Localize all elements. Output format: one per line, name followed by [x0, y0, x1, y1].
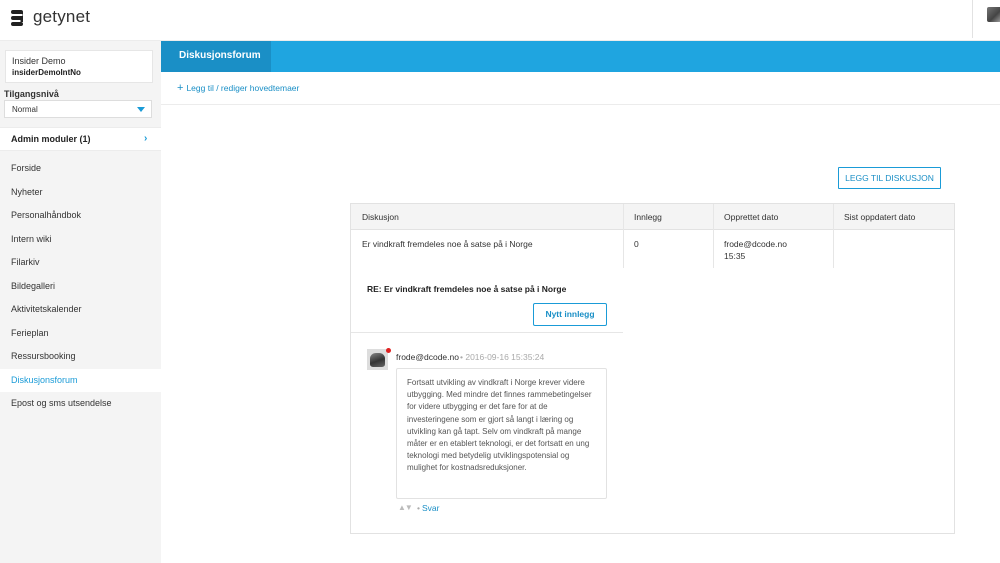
- caret-down-icon: [137, 107, 145, 112]
- edit-topics-link[interactable]: + Legg til / rediger hovedtemaer: [177, 82, 299, 94]
- user-avatar[interactable]: [987, 7, 1000, 22]
- add-discussion-button[interactable]: LEGG TIL DISKUSJON: [838, 167, 941, 189]
- page-header: Diskusjonsforum: [161, 41, 1000, 72]
- getynet-logo-icon[interactable]: [10, 9, 24, 27]
- vote-arrows-icon[interactable]: ▲▼: [398, 503, 413, 512]
- thread-title: RE: Er vindkraft fremdeles noe å satse p…: [367, 284, 567, 294]
- table-header: Diskusjon Innlegg Opprettet dato Sist op…: [351, 204, 954, 230]
- sidebar: Insider Demo insiderDemoIntNo Tilgangsni…: [0, 41, 161, 563]
- top-bar: getynet: [0, 0, 1000, 41]
- user-id: insiderDemoIntNo: [12, 68, 81, 77]
- sidebar-item-forside[interactable]: Forside: [0, 157, 161, 181]
- sidebar-item-nyheter[interactable]: Nyheter: [0, 181, 161, 205]
- post-author[interactable]: frode@dcode.no: [396, 352, 459, 362]
- plus-icon: +: [177, 82, 184, 94]
- column-divider: [833, 204, 834, 268]
- sidebar-item-ferieplan[interactable]: Ferieplan: [0, 322, 161, 346]
- sidebar-item-personalhandbok[interactable]: Personalhåndbok: [0, 204, 161, 228]
- sidebar-item-ressursbooking[interactable]: Ressursbooking: [0, 345, 161, 369]
- discussion-table: Diskusjon Innlegg Opprettet dato Sist op…: [350, 203, 955, 534]
- thread-divider: [351, 332, 623, 333]
- reply-label: Svar: [421, 503, 440, 513]
- avatar-photo: [370, 353, 385, 367]
- column-header-diskusjon[interactable]: Diskusjon: [362, 212, 399, 222]
- toolbar-divider: [161, 104, 1000, 105]
- admin-modules-toggle[interactable]: Admin moduler (1) ›: [0, 127, 161, 151]
- sidebar-item-epost-sms[interactable]: Epost og sms utsendelse: [0, 392, 161, 416]
- user-card[interactable]: Insider Demo insiderDemoIntNo: [5, 50, 153, 83]
- column-header-sist-oppdatert[interactable]: Sist oppdatert dato: [844, 212, 915, 222]
- column-header-innlegg[interactable]: Innlegg: [634, 212, 662, 222]
- sidebar-item-intern-wiki[interactable]: Intern wiki: [0, 228, 161, 252]
- post-body: Fortsatt utvikling av vindkraft i Norge …: [407, 378, 592, 473]
- new-post-button[interactable]: Nytt innlegg: [533, 303, 607, 326]
- page-title: Diskusjonsforum: [179, 50, 261, 61]
- post-bubble: Fortsatt utvikling av vindkraft i Norge …: [396, 368, 607, 499]
- created-time: 15:35: [724, 251, 746, 261]
- access-level-value: Normal: [12, 105, 38, 114]
- discussion-title[interactable]: Er vindkraft fremdeles noe å satse på i …: [362, 239, 533, 249]
- column-divider: [713, 204, 714, 268]
- access-level-label: Tilgangsnivå: [4, 89, 59, 99]
- post-date: • 2016-09-16 15:35:24: [460, 352, 545, 362]
- post-avatar[interactable]: [367, 349, 388, 370]
- reply-link[interactable]: • Svar: [417, 503, 439, 513]
- column-header-opprettet[interactable]: Opprettet dato: [724, 212, 778, 222]
- access-level-select[interactable]: Normal: [4, 100, 152, 118]
- sidebar-item-diskusjonsforum[interactable]: Diskusjonsforum: [0, 368, 161, 392]
- column-divider: [623, 204, 624, 268]
- online-status-dot: [386, 348, 391, 353]
- chevron-right-icon: ›: [144, 133, 148, 144]
- sidebar-item-bildegalleri[interactable]: Bildegalleri: [0, 275, 161, 299]
- app-name[interactable]: getynet: [33, 7, 90, 27]
- tab-diskusjonsforum[interactable]: Diskusjonsforum: [161, 41, 271, 72]
- topbar-divider: [972, 0, 973, 38]
- post-count: 0: [634, 239, 639, 249]
- sidebar-nav: Forside Nyheter Personalhåndbok Intern w…: [0, 157, 161, 416]
- created-by: frode@dcode.no: [724, 239, 787, 249]
- admin-modules-label: Admin moduler (1): [11, 134, 91, 144]
- sidebar-item-filarkiv[interactable]: Filarkiv: [0, 251, 161, 275]
- sidebar-item-aktivitetskalender[interactable]: Aktivitetskalender: [0, 298, 161, 322]
- user-name: Insider Demo: [12, 56, 66, 66]
- edit-topics-label: Legg til / rediger hovedtemaer: [186, 83, 300, 93]
- reply-separator: •: [417, 503, 420, 513]
